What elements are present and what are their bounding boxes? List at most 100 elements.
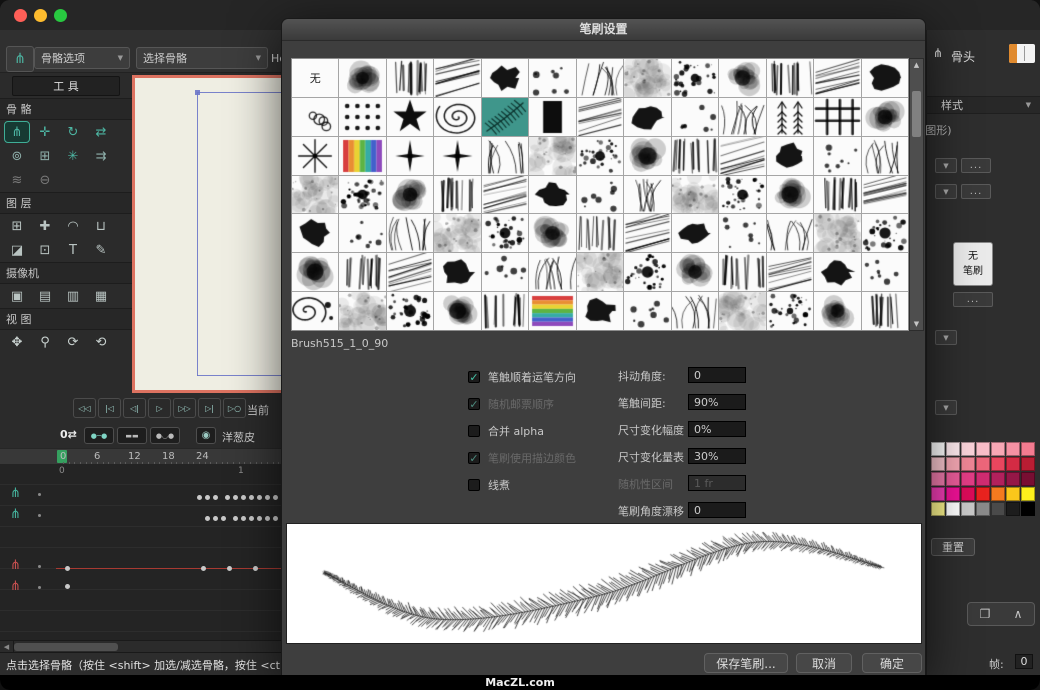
pan-view-tool[interactable]: ✥ — [5, 332, 29, 352]
brush-swatch[interactable] — [719, 137, 765, 175]
step-back-button[interactable]: |◁ — [98, 398, 121, 418]
brush-swatch[interactable] — [339, 59, 385, 97]
color-swatch[interactable] — [1006, 472, 1020, 486]
color-swatch[interactable] — [931, 457, 945, 471]
brush-swatch[interactable] — [814, 214, 860, 252]
brush-swatch[interactable] — [814, 98, 860, 136]
color-swatch[interactable] — [991, 442, 1005, 456]
brush-swatch[interactable] — [624, 253, 670, 291]
keyframe-dot[interactable] — [213, 516, 218, 521]
fill-effect-button[interactable]: ... — [961, 158, 991, 173]
brush-swatch[interactable] — [767, 292, 813, 330]
frame-field-value[interactable]: 0 — [1015, 654, 1033, 669]
brush-swatch[interactable] — [529, 98, 575, 136]
color-swatch[interactable] — [1021, 457, 1035, 471]
save-brush-button[interactable]: 保存笔刷... — [704, 653, 788, 673]
color-swatch[interactable] — [931, 502, 945, 516]
shear-layer-tool[interactable]: ◪ — [5, 240, 29, 260]
brush-swatch[interactable] — [434, 137, 480, 175]
brush-swatch[interactable] — [624, 214, 670, 252]
brush-swatch[interactable] — [672, 292, 718, 330]
keyframe-dot[interactable] — [265, 516, 270, 521]
stroke-effect-button[interactable]: ... — [961, 184, 991, 199]
color-swatch[interactable] — [961, 457, 975, 471]
color-swatch[interactable] — [1006, 442, 1020, 456]
loop-button[interactable]: ▷○ — [223, 398, 246, 418]
keyframe-dot[interactable] — [253, 566, 258, 571]
checkbox-icon[interactable]: ✓ — [468, 371, 480, 383]
brush-swatch[interactable] — [862, 253, 908, 291]
field-input[interactable]: 0 — [688, 502, 746, 518]
bone-options-dropdown[interactable]: 骨骼选项 ▼ — [34, 47, 130, 69]
brush-swatch[interactable] — [339, 253, 385, 291]
color-swatch[interactable] — [931, 472, 945, 486]
brush-swatch[interactable] — [339, 98, 385, 136]
brush-swatch[interactable] — [387, 98, 433, 136]
hscroll-thumb[interactable] — [14, 643, 118, 651]
keyframe-dot[interactable] — [225, 495, 230, 500]
color-swatch[interactable] — [946, 487, 960, 501]
reparent-bone-tool[interactable]: ⇄ — [89, 122, 113, 142]
keyframe-dot[interactable] — [257, 495, 262, 500]
brush-swatch[interactable] — [529, 176, 575, 214]
line-width-dropdown[interactable]: ▼ — [935, 330, 957, 345]
brush-swatch[interactable] — [862, 292, 908, 330]
field-input[interactable]: 90% — [688, 394, 746, 410]
color-swatch[interactable] — [931, 442, 945, 456]
orbit-view-tool[interactable]: ⟲ — [89, 332, 113, 352]
expand-up-icon[interactable]: ∧ — [1014, 607, 1023, 621]
brush-swatch[interactable] — [814, 292, 860, 330]
color-swatch[interactable] — [1006, 457, 1020, 471]
brush-swatch[interactable] — [529, 253, 575, 291]
brush-swatch[interactable] — [434, 176, 480, 214]
brush-swatch[interactable] — [719, 292, 765, 330]
keyframe-dot[interactable] — [221, 516, 226, 521]
brush-swatch[interactable] — [577, 137, 623, 175]
field-input[interactable]: 30% — [688, 448, 746, 464]
brush-swatch[interactable] — [672, 176, 718, 214]
bone-channel-icon[interactable]: ⋔ — [10, 507, 21, 522]
brush-swatch[interactable] — [387, 253, 433, 291]
onion-skin-eye-icon[interactable]: ◉ — [196, 427, 216, 444]
color-swatch[interactable] — [1021, 502, 1035, 516]
color-swatch[interactable] — [1006, 487, 1020, 501]
color-swatch[interactable] — [931, 487, 945, 501]
vscroll-thumb[interactable] — [912, 91, 921, 137]
selection-handle[interactable] — [195, 90, 200, 95]
checkbox-icon[interactable]: ✓ — [468, 398, 480, 410]
brush-swatch[interactable] — [339, 176, 385, 214]
brush-swatch[interactable] — [529, 59, 575, 97]
color-swatch[interactable] — [976, 502, 990, 516]
brush-swatch[interactable] — [767, 176, 813, 214]
checkbox-icon[interactable] — [468, 479, 480, 491]
brush-swatch[interactable] — [624, 176, 670, 214]
fast-forward-button[interactable]: ▷▷ — [173, 398, 196, 418]
brush-swatch[interactable] — [719, 176, 765, 214]
brush-swatch[interactable] — [434, 292, 480, 330]
color-swatch[interactable] — [991, 457, 1005, 471]
brush-swatch[interactable] — [814, 137, 860, 175]
brush-swatch[interactable] — [292, 98, 338, 136]
keyframe-dot[interactable] — [65, 566, 70, 571]
color-swatch[interactable] — [961, 442, 975, 456]
brush-swatch[interactable] — [387, 176, 433, 214]
rotate-bone-tool[interactable]: ↻ — [61, 122, 85, 142]
color-swatch[interactable] — [946, 457, 960, 471]
keyframe-dot[interactable] — [213, 495, 218, 500]
timeline-sequencer-toggle[interactable]: ▬▬ — [117, 427, 147, 444]
color-swatch[interactable] — [991, 487, 1005, 501]
brush-swatch[interactable] — [814, 253, 860, 291]
brush-swatch[interactable] — [482, 137, 528, 175]
color-swatch[interactable] — [1021, 442, 1035, 456]
cancel-button[interactable]: 取消 — [796, 653, 852, 673]
keyframe-dot[interactable] — [273, 495, 278, 500]
brush-swatch[interactable] — [339, 137, 385, 175]
keyframe-dot[interactable] — [197, 495, 202, 500]
jump-start-button[interactable]: ◁◁ — [73, 398, 96, 418]
duplicate-layer-tool[interactable]: ⊡ — [33, 240, 57, 260]
zoom-view-tool[interactable]: ⚲ — [33, 332, 57, 352]
brush-swatch[interactable] — [719, 253, 765, 291]
brush-swatch[interactable] — [862, 59, 908, 97]
scroll-up-icon[interactable]: ▲ — [910, 59, 923, 71]
translate-layer-tool[interactable]: ✚ — [33, 216, 57, 236]
